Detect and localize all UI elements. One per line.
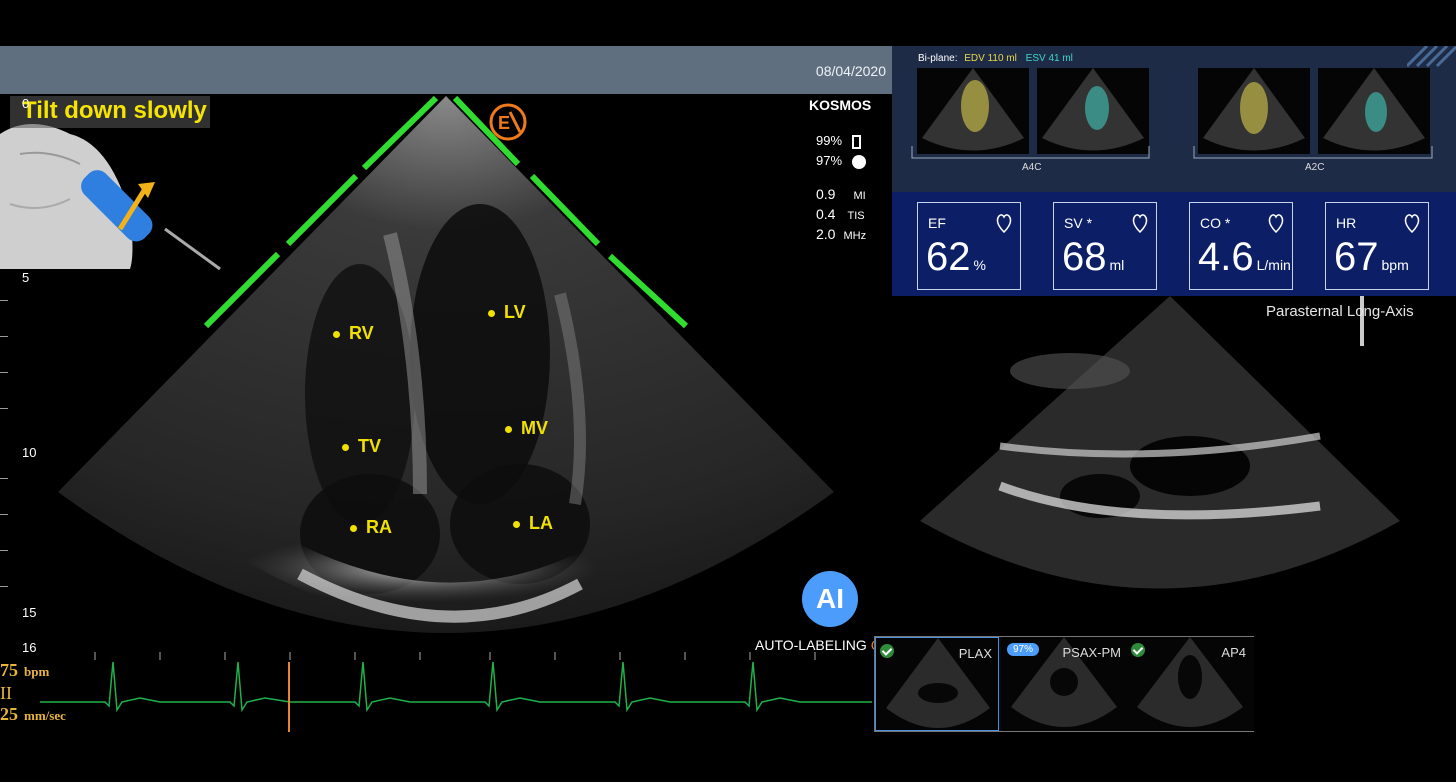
metric-title: EF <box>928 215 946 231</box>
label-mv: MV <box>505 418 548 439</box>
metric-card-co[interactable]: CO * 4.6 L/min <box>1189 202 1293 290</box>
depth-tick <box>0 336 8 337</box>
ecg-bpm-value: 75 <box>0 660 18 680</box>
battery-value: 99% <box>816 133 843 148</box>
ecg-trace <box>40 661 872 713</box>
check-icon <box>1131 643 1145 657</box>
metric-card-hr[interactable]: HR 67 bpm <box>1325 202 1429 290</box>
ecg-bpm-unit: bpm <box>24 664 50 679</box>
secondary-view-title: Parasternal Long-Axis <box>1266 303 1414 320</box>
orientation-marker-icon: E <box>489 103 527 141</box>
signal-level: 97% <box>816 153 866 169</box>
biplane-brackets <box>911 146 1433 159</box>
metric-card-ef[interactable]: EF 62% <box>917 202 1021 290</box>
depth-label-0: 0 <box>22 96 30 111</box>
freq-value: 2.0 <box>816 226 836 242</box>
depth-tick <box>0 586 8 587</box>
thumb-label: PSAX-PM <box>1062 645 1121 660</box>
thumb-label: AP4 <box>1221 645 1246 660</box>
depth-tick <box>0 408 8 409</box>
instruction-text: Tilt down slowly <box>10 96 210 128</box>
ecg-time-ticks <box>94 652 816 660</box>
depth-tick <box>0 372 8 373</box>
heart-icon <box>996 214 1012 233</box>
label-ra: RA <box>350 517 392 538</box>
metric-sv: 68 ml <box>1062 235 1125 279</box>
metric-hr: 67 bpm <box>1334 235 1409 279</box>
depth-tick <box>0 300 8 301</box>
depth-tick <box>0 550 8 551</box>
thumb-psax-pm[interactable]: 97% PSAX-PM <box>1001 637 1127 731</box>
svg-text:E: E <box>498 113 510 133</box>
metric-co: 4.6 L/min <box>1198 235 1291 279</box>
metric-title: CO * <box>1200 215 1231 231</box>
battery-level: 99% <box>816 133 861 149</box>
secondary-ultrasound-view <box>920 296 1400 589</box>
metrics-panel: EF 62% SV * 68 ml CO * 4.6 L/min HR 67 bpm <box>892 192 1456 296</box>
thumb-ap4[interactable]: AP4 <box>1127 637 1254 731</box>
biplane-view-a2c: A2C <box>1305 162 1325 173</box>
ecg-lead: II <box>0 683 12 703</box>
heart-icon <box>1132 214 1148 233</box>
thumb-plax[interactable]: PLAX <box>875 637 999 731</box>
metric-title: HR <box>1336 215 1357 231</box>
signal-value: 97% <box>816 153 843 168</box>
date-label: 08/04/2020 <box>815 63 886 79</box>
battery-icon <box>851 134 861 149</box>
biplane-view-a4c: A4C <box>1022 162 1042 173</box>
target-icon <box>851 154 866 169</box>
metric-title: SV * <box>1064 215 1093 231</box>
tis-readout: 0.4 TIS <box>816 206 865 222</box>
top-bar: 08/04/2020 <box>0 46 892 94</box>
tis-value: 0.4 <box>816 206 836 222</box>
mi-unit: MI <box>853 190 866 202</box>
depth-label-5: 5 <box>22 270 30 285</box>
freq-unit: MHz <box>843 230 867 242</box>
depth-tick <box>0 514 8 515</box>
metric-card-sv[interactable]: SV * 68 ml <box>1053 202 1157 290</box>
mi-value: 0.9 <box>816 186 836 202</box>
label-la: LA <box>513 513 553 534</box>
label-rv: RV <box>333 323 374 344</box>
ecg-info: 75 bpm II 25 mm/sec <box>0 660 66 725</box>
depth-label-10: 10 <box>22 445 37 460</box>
depth-tick <box>0 478 8 479</box>
mi-readout: 0.9 MI <box>816 186 866 202</box>
thumb-label: PLAX <box>958 646 992 661</box>
ecg-speed-value: 25 <box>0 704 18 724</box>
heart-icon <box>1268 214 1284 233</box>
decorative-stripes <box>1407 46 1456 68</box>
check-icon <box>880 644 894 658</box>
ai-button[interactable]: AI <box>802 571 858 627</box>
metric-ef: 62% <box>926 235 986 279</box>
label-tv: TV <box>342 436 381 457</box>
tis-unit: TIS <box>847 210 865 222</box>
view-thumbnails: PLAX 97% PSAX-PM AP4 <box>874 636 1254 732</box>
depth-label-15: 15 <box>22 605 37 620</box>
ecg-speed-unit: mm/sec <box>24 708 66 723</box>
brand-label: KOSMOS <box>809 97 872 113</box>
label-lv: LV <box>488 302 526 323</box>
ecg-strip <box>40 652 872 732</box>
heart-icon <box>1404 214 1420 233</box>
biplane-panel: Bi-plane: EDV 110 ml ESV 41 ml A4C A2C <box>892 46 1456 194</box>
confidence-badge: 97% <box>1007 643 1040 656</box>
freq-readout: 2.0 MHz <box>816 226 866 242</box>
